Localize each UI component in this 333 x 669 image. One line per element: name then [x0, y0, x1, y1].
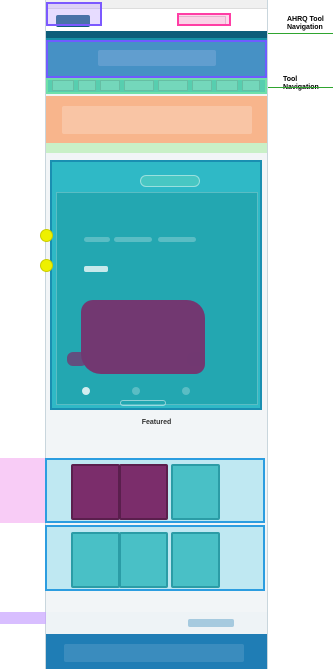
featured-card-3[interactable]	[171, 464, 220, 520]
global-navigation	[46, 31, 267, 38]
filter-pill-2[interactable]	[114, 237, 152, 242]
call-to-action-bar[interactable]	[46, 143, 267, 153]
classification-option-1[interactable]	[82, 387, 90, 395]
bottom-footer	[46, 634, 267, 669]
classification-options	[72, 380, 232, 398]
featured-title: Featured	[141, 419, 172, 426]
filter-pill-3[interactable]	[158, 237, 196, 242]
highlight-purple-logo	[46, 2, 102, 26]
classification-option-2[interactable]	[132, 387, 140, 395]
select-year[interactable]	[84, 266, 108, 272]
filter-pill-1[interactable]	[84, 237, 110, 242]
bottom-footer-content	[64, 644, 244, 662]
highlight-hero	[46, 40, 267, 78]
featured-card-4[interactable]	[71, 532, 120, 588]
filter-row-1	[70, 231, 240, 243]
marker-dot-2	[40, 259, 53, 272]
classification-option-3[interactable]	[182, 387, 190, 395]
featured-cards-row-1	[45, 458, 265, 523]
intro-text-block	[62, 106, 252, 134]
explore-data-button-label	[140, 175, 200, 187]
marker-dot-1	[40, 229, 53, 242]
featured-card-5[interactable]	[119, 532, 168, 588]
footer-links	[46, 612, 267, 634]
intro-panel	[46, 96, 267, 143]
callout-ahrq-tool-navigation: AHRQ Tool Navigation	[287, 16, 324, 31]
featured-card-6[interactable]	[171, 532, 220, 588]
featured-subtitle	[46, 428, 267, 435]
highlight-pink-search	[177, 13, 231, 26]
featured-cards-row-2	[45, 525, 265, 591]
highlight-tool-navigation	[46, 78, 267, 94]
callout-line-ahrq	[260, 31, 333, 35]
apply-filters-button[interactable]	[120, 400, 166, 406]
footer-social-icons[interactable]	[188, 619, 234, 627]
callout-line-tool-nav	[260, 85, 333, 89]
featured-card-2[interactable]	[119, 464, 168, 520]
featured-card-1[interactable]	[71, 464, 120, 520]
us-map[interactable]	[67, 300, 205, 374]
callout-tool-navigation: Tool Navigation	[283, 76, 319, 91]
